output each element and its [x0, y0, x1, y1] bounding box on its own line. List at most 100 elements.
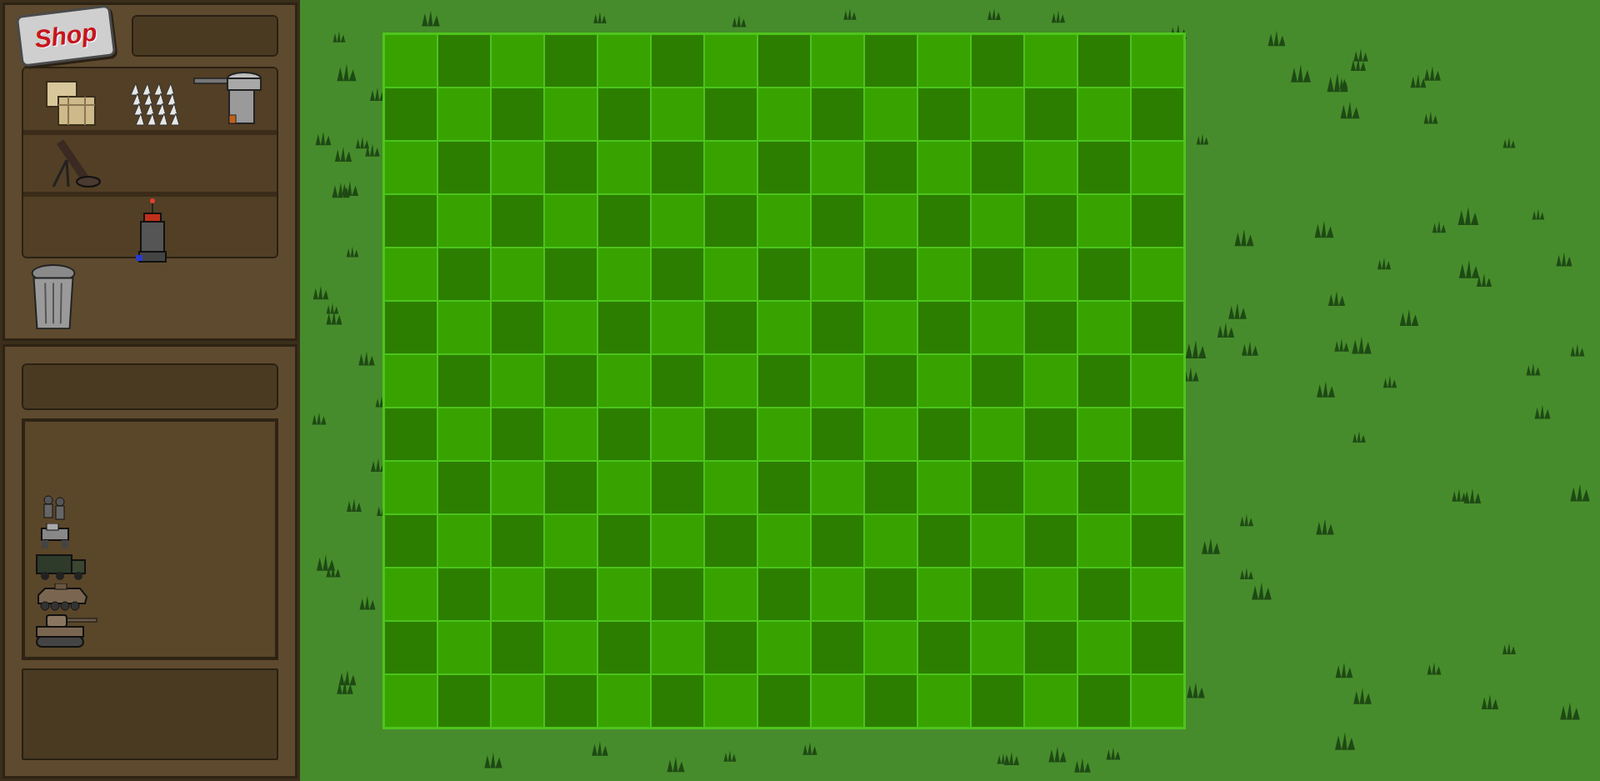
board-cell[interactable] [1024, 140, 1078, 195]
board-cell[interactable] [1130, 407, 1185, 461]
board-cell[interactable] [917, 247, 971, 301]
board-cell[interactable] [544, 674, 598, 728]
board-cell[interactable] [917, 620, 971, 675]
board-cell[interactable] [650, 247, 705, 301]
board-cell[interactable] [597, 674, 651, 728]
board-cell[interactable] [704, 140, 758, 195]
board-cell[interactable] [864, 354, 918, 408]
board-cell[interactable] [437, 674, 491, 728]
board-cell[interactable] [1024, 407, 1078, 461]
board-cell[interactable] [864, 460, 918, 515]
board-cell[interactable] [917, 407, 971, 461]
board-cell[interactable] [970, 34, 1025, 88]
apc-icon[interactable] [35, 583, 89, 612]
shop-item[interactable] [115, 196, 190, 265]
board-cell[interactable] [864, 34, 918, 88]
board-cell[interactable] [704, 460, 758, 515]
board-cell[interactable] [650, 300, 705, 355]
board-cell[interactable] [1130, 674, 1185, 728]
board-cell[interactable] [1024, 460, 1078, 515]
board-cell[interactable] [864, 140, 918, 195]
board-cell[interactable] [597, 34, 651, 88]
board-cell[interactable] [1130, 460, 1185, 515]
board-cell[interactable] [650, 620, 705, 675]
board-cell[interactable] [757, 674, 811, 728]
board-cell[interactable] [810, 34, 865, 88]
board-cell[interactable] [437, 34, 491, 88]
board-cell[interactable] [1024, 300, 1078, 355]
board-cell[interactable] [704, 407, 758, 461]
board-cell[interactable] [970, 140, 1025, 195]
board-cell[interactable] [1077, 247, 1131, 301]
board-cell[interactable] [384, 247, 438, 301]
board-cell[interactable] [1130, 300, 1185, 355]
board-cell[interactable] [970, 407, 1025, 461]
board-cell[interactable] [757, 620, 811, 675]
board-cell[interactable] [597, 460, 651, 515]
board-cell[interactable] [650, 354, 705, 408]
board-cell[interactable] [1024, 87, 1078, 141]
board-cell[interactable] [864, 407, 918, 461]
board-cell[interactable] [490, 460, 545, 515]
board-cell[interactable] [1130, 194, 1185, 248]
tesla-tower-icon[interactable] [132, 196, 173, 265]
board-cell[interactable] [810, 514, 865, 568]
board-cell[interactable] [490, 247, 545, 301]
board-cell[interactable] [1130, 620, 1185, 675]
board-cell[interactable] [384, 567, 438, 621]
board-cell[interactable] [437, 460, 491, 515]
board-cell[interactable] [810, 674, 865, 728]
board-cell[interactable] [1077, 140, 1131, 195]
board-cell[interactable] [437, 514, 491, 568]
board-cell[interactable] [1077, 567, 1131, 621]
shop-item[interactable] [115, 76, 190, 129]
board-cell[interactable] [1130, 34, 1185, 88]
board-cell[interactable] [544, 620, 598, 675]
board-cell[interactable] [650, 140, 705, 195]
board-cell[interactable] [544, 87, 598, 141]
board-cell[interactable] [490, 514, 545, 568]
board-cell[interactable] [490, 87, 545, 141]
board-cell[interactable] [437, 194, 491, 248]
board-cell[interactable] [970, 674, 1025, 728]
tank-icon[interactable] [35, 613, 102, 649]
board-cell[interactable] [917, 34, 971, 88]
board-cell[interactable] [597, 300, 651, 355]
board-cell[interactable] [704, 620, 758, 675]
board-cell[interactable] [597, 567, 651, 621]
board-cell[interactable] [544, 140, 598, 195]
board-cell[interactable] [864, 300, 918, 355]
board-cell[interactable] [810, 247, 865, 301]
board-cell[interactable] [757, 140, 811, 195]
board-cell[interactable] [384, 140, 438, 195]
unit[interactable] [35, 523, 77, 550]
board-cell[interactable] [490, 567, 545, 621]
board-cell[interactable] [864, 674, 918, 728]
board-cell[interactable] [917, 194, 971, 248]
board-cell[interactable] [810, 87, 865, 141]
board-cell[interactable] [597, 140, 651, 195]
board-cell[interactable] [437, 247, 491, 301]
board-cell[interactable] [544, 34, 598, 88]
board-cell[interactable] [384, 354, 438, 408]
board-cell[interactable] [704, 34, 758, 88]
board-cell[interactable] [810, 194, 865, 248]
board-cell[interactable] [1024, 514, 1078, 568]
board-cell[interactable] [1024, 194, 1078, 248]
board-cell[interactable] [544, 567, 598, 621]
board-cell[interactable] [437, 407, 491, 461]
board-cell[interactable] [437, 567, 491, 621]
turret-icon[interactable] [192, 68, 270, 129]
board-cell[interactable] [597, 87, 651, 141]
board-cell[interactable] [490, 407, 545, 461]
board-cell[interactable] [864, 194, 918, 248]
board-cell[interactable] [970, 620, 1025, 675]
unit[interactable] [35, 493, 74, 522]
board-cell[interactable] [1077, 354, 1131, 408]
infantry-icon[interactable] [35, 493, 74, 522]
board-cell[interactable] [544, 354, 598, 408]
board-cell[interactable] [544, 407, 598, 461]
board-cell[interactable] [384, 620, 438, 675]
board-cell[interactable] [597, 194, 651, 248]
board-cell[interactable] [970, 194, 1025, 248]
